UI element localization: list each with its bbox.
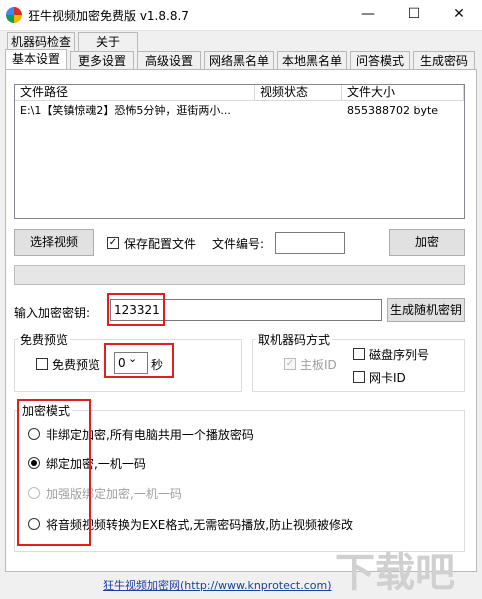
save-config-label: 保存配置文件 [124,237,197,251]
tab-local-blacklist[interactable]: 本地黑名单 [277,51,347,70]
tab-advanced-settings[interactable]: 高级设置 [137,51,201,70]
website-link[interactable]: 狂牛视频加密网(http://www.knprotect.com) [103,577,332,593]
close-button[interactable]: ✕ [436,0,482,30]
file-number-label: 文件编号: [212,237,265,251]
disk-serial-label: 磁盘序列号 [369,348,430,362]
window-title: 狂牛视频加密免费版 v1.8.8.7 [28,9,189,23]
column-header-video-status[interactable]: 视频状态 [255,85,342,101]
column-header-file-path[interactable]: 文件路径 [15,85,255,101]
tab-about[interactable]: 关于 [78,32,138,51]
table-row[interactable]: E:\1【笑镇惊魂2】恐怖5分钟，逛街两小... 855388702 byte [15,102,464,120]
nic-id-checkbox[interactable] [353,371,365,383]
tab-network-blacklist[interactable]: 网络黑名单 [204,51,274,70]
encrypt-button[interactable]: 加密 [389,229,465,256]
highlight-box-key [107,293,165,326]
free-preview-group-title: 免费预览 [18,331,71,348]
convert-to-exe-label: 将音频视频转换为EXE格式,无需密码播放,防止视频被修改 [46,518,354,532]
maximize-button[interactable]: ☐ [391,0,437,30]
watermark-logo: 下载吧 [335,550,455,596]
select-video-button[interactable]: 选择视频 [14,229,94,256]
tab-more-settings[interactable]: 更多设置 [70,51,134,70]
cell-file-path: E:\1【笑镇惊魂2】恐怖5分钟，逛街两小... [20,104,231,117]
free-preview-checkbox[interactable] [36,358,48,370]
title-bar: 狂牛视频加密免费版 v1.8.8.7 — ☐ ✕ [0,0,482,31]
save-config-checkbox[interactable]: ✓ [107,237,119,249]
minimize-button[interactable]: — [345,0,391,30]
file-number-input[interactable] [275,232,345,254]
machine-code-group-title: 取机器码方式 [256,331,333,348]
file-list[interactable]: 文件路径 视频状态 文件大小 E:\1【笑镇惊魂2】恐怖5分钟，逛街两小... … [14,84,465,219]
disk-serial-checkbox[interactable] [353,348,365,360]
free-preview-label: 免费预览 [52,358,101,372]
highlight-box-preview [104,343,174,378]
column-header-file-size[interactable]: 文件大小 [342,85,464,101]
generate-random-key-button[interactable]: 生成随机密钥 [387,298,465,322]
tab-qa-mode[interactable]: 问答模式 [350,51,410,70]
nic-id-label: 网卡ID [369,371,406,385]
cell-video-status [260,103,340,119]
tab-basic-settings[interactable]: 基本设置 [5,49,67,70]
encryption-key-label: 输入加密密钥: [14,306,91,320]
progress-bar [14,265,465,285]
highlight-box-encrypt-mode [17,399,91,546]
tab-generate-password[interactable]: 生成密码 [413,51,475,70]
motherboard-id-label: 主板ID [300,358,337,372]
motherboard-id-checkbox: ✓ [284,358,296,370]
app-logo-icon [6,7,22,23]
cell-file-size: 855388702 byte [347,104,439,117]
